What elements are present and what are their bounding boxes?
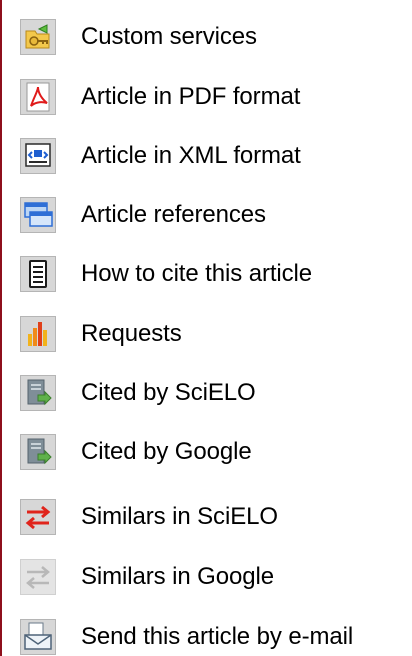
menu-item-similars-in-scielo[interactable]: Similars in SciELO bbox=[20, 499, 410, 535]
menu-item-label: Article references bbox=[81, 201, 266, 228]
menu-item-cited-by-google[interactable]: Cited by Google bbox=[20, 434, 410, 470]
menu-item-label: Send this article by e-mail bbox=[81, 623, 354, 650]
email-icon bbox=[20, 619, 56, 655]
menu-item-requests[interactable]: Requests bbox=[20, 316, 410, 352]
menu-item-label: Cited by Google bbox=[81, 438, 252, 465]
menu-item-label: Requests bbox=[81, 320, 182, 347]
xml-document-icon bbox=[20, 138, 56, 174]
references-icon bbox=[20, 197, 56, 233]
bar-chart-icon bbox=[20, 316, 56, 352]
gray-arrows-icon bbox=[20, 559, 56, 595]
key-folder-icon bbox=[20, 19, 56, 55]
menu-item-label: Similars in SciELO bbox=[81, 503, 278, 530]
menu-item-how-to-cite[interactable]: How to cite this article bbox=[20, 256, 410, 292]
cite-document-icon bbox=[20, 256, 56, 292]
cited-document-icon bbox=[20, 434, 56, 470]
menu-item-cited-by-scielo[interactable]: Cited by SciELO bbox=[20, 375, 410, 411]
menu-item-article-references[interactable]: Article references bbox=[20, 197, 410, 233]
pdf-icon bbox=[20, 79, 56, 115]
menu-item-label: Article in PDF format bbox=[81, 83, 301, 110]
menu-item-article-xml[interactable]: Article in XML format bbox=[20, 138, 410, 174]
menu-item-label: How to cite this article bbox=[81, 260, 313, 287]
menu-item-label: Similars in Google bbox=[81, 563, 274, 590]
menu-item-article-pdf[interactable]: Article in PDF format bbox=[20, 79, 410, 115]
cited-document-icon bbox=[20, 375, 56, 411]
menu-item-label: Custom services bbox=[81, 23, 257, 50]
menu-item-label: Cited by SciELO bbox=[81, 379, 256, 406]
menu-item-custom-services[interactable]: Custom services bbox=[20, 19, 410, 55]
menu-item-label: Article in XML format bbox=[81, 142, 301, 169]
menu-item-send-by-email[interactable]: Send this article by e-mail bbox=[20, 619, 410, 655]
menu-item-similars-in-google[interactable]: Similars in Google bbox=[20, 559, 410, 595]
left-border-rule bbox=[0, 0, 2, 656]
red-arrows-icon bbox=[20, 499, 56, 535]
